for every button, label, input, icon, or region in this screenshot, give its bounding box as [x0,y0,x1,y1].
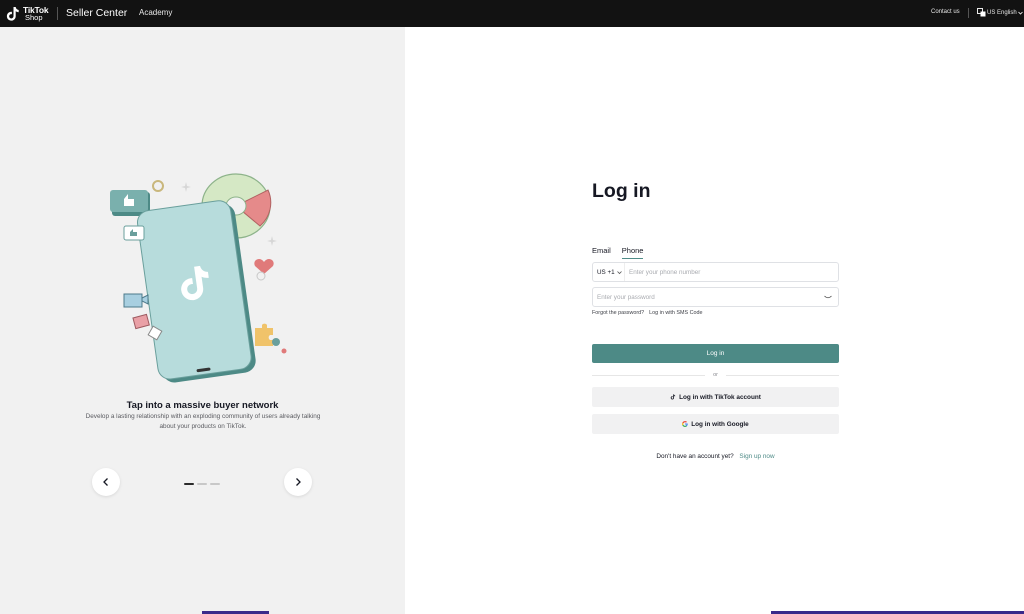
carousel-dot[interactable] [210,483,220,485]
carousel-title: Tap into a massive buyer network [126,400,279,411]
country-code-value: US +1 [597,268,615,276]
carousel-prev-button[interactable] [92,468,120,496]
login-method-tabs: Email Phone [592,246,644,259]
password-field[interactable]: Enter your password [592,287,839,307]
divider-line [725,374,840,376]
tab-email[interactable]: Email [592,246,611,259]
brand-sub: Shop [25,12,43,22]
carousel-dot[interactable] [197,483,207,485]
signup-link[interactable]: Sign up now [739,453,774,460]
carousel-dot[interactable] [184,483,194,485]
tab-phone[interactable]: Phone [621,246,644,259]
header-divider-right [968,8,969,18]
hero-phone-illustration [110,173,287,383]
chevron-left-icon [103,478,108,486]
google-login-label: Log in with Google [691,420,749,428]
eye-closed-icon[interactable] [824,295,832,300]
academy-link[interactable]: Academy [139,8,172,17]
no-account-text: Don't have an account yet? [656,453,734,460]
language-selector[interactable]: US English [977,8,1023,17]
header-divider [57,7,58,20]
contact-link[interactable]: Contact us [931,9,960,15]
language-label: US English [987,9,1017,16]
carousel-next-button[interactable] [284,468,312,496]
forgot-password-link[interactable]: Forgot the password? [592,310,644,316]
language-icon [977,8,986,17]
sms-login-link[interactable]: Log in with SMS Code [649,310,702,316]
chevron-right-icon [296,478,301,486]
tiktok-login-label: Log in with TikTok account [679,393,761,401]
login-button[interactable]: Log in [592,344,839,363]
tiktok-login-button[interactable]: Log in with TikTok account [592,387,839,407]
google-icon [682,421,688,427]
password-input[interactable]: Enter your password [593,294,824,301]
product-title: Seller Center [66,7,128,19]
tiktok-shop-logo[interactable]: TikTok Shop [6,4,49,23]
or-label: or [713,372,718,378]
chevron-down-icon [616,270,622,274]
carousel-indicators [184,483,220,485]
tiktok-icon [670,394,676,400]
signup-prompt: Don't have an account yet? Sign up now [592,453,839,460]
chevron-down-icon [1017,11,1023,15]
divider-line [592,374,706,376]
tiktok-logo-icon [6,6,19,21]
page-title: Log in [592,180,651,202]
google-login-button[interactable]: Log in with Google [592,414,839,434]
top-bar: TikTok Shop Seller Center Academy Contac… [0,0,1024,27]
phone-input[interactable]: Enter your phone number [625,269,838,276]
login-help-links: Forgot the password? Log in with SMS Cod… [592,310,702,316]
country-code-select[interactable]: US +1 [593,263,625,281]
carousel-description: Develop a lasting relationship with an e… [85,413,321,430]
or-divider: or [592,371,840,379]
phone-field[interactable]: US +1 Enter your phone number [592,262,839,282]
